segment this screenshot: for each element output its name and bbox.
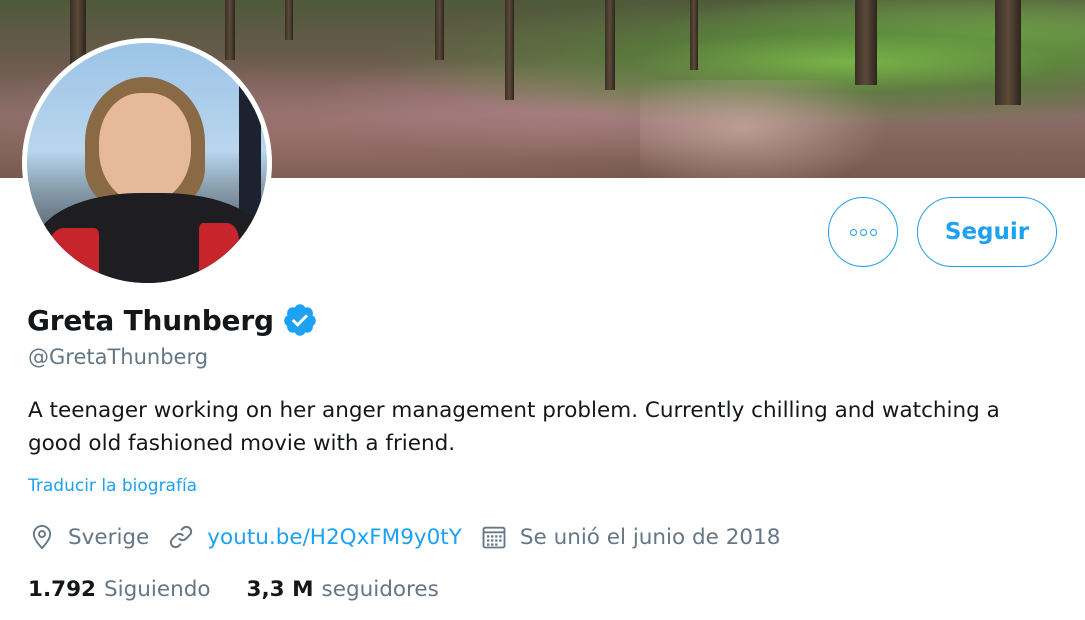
avatar[interactable] bbox=[22, 38, 272, 288]
joined-item: Se unió el junio de 2018 bbox=[480, 523, 781, 551]
follow-button[interactable]: Seguir bbox=[917, 197, 1057, 267]
profile-name-row: Greta Thunberg bbox=[27, 297, 318, 343]
banner-tree bbox=[435, 0, 444, 60]
banner-tree bbox=[285, 0, 293, 40]
banner-tree bbox=[995, 0, 1021, 105]
link-icon bbox=[170, 525, 193, 549]
verified-badge-icon bbox=[284, 304, 316, 336]
calendar-icon bbox=[482, 526, 506, 549]
banner-path bbox=[640, 80, 900, 178]
avatar-jacket-red-right bbox=[199, 223, 239, 283]
profile-stats: 1.792 Siguiendo 3,3 M seguidores bbox=[28, 572, 475, 606]
location-item: Sverige bbox=[28, 523, 149, 551]
location-text: Sverige bbox=[68, 524, 150, 550]
following-count[interactable]: 1.792 bbox=[28, 577, 96, 602]
banner-tree bbox=[225, 0, 235, 60]
website-link[interactable]: youtu.be/H2QxFM9y0tY bbox=[207, 525, 462, 550]
profile-name: Greta Thunberg bbox=[27, 303, 274, 337]
more-options-button[interactable] bbox=[828, 197, 898, 267]
website-item: youtu.be/H2QxFM9y0tY bbox=[167, 523, 462, 551]
profile-meta: Sverige youtu.be/H2QxFM9y0tY Se unió el … bbox=[28, 519, 798, 555]
banner-tree bbox=[690, 0, 698, 70]
profile-bio: A teenager working on her anger manageme… bbox=[28, 398, 1000, 456]
more-dots-icon bbox=[849, 228, 857, 236]
banner-tree bbox=[855, 0, 877, 85]
following-label[interactable]: Siguiendo bbox=[104, 577, 211, 602]
avatar-photo bbox=[27, 43, 267, 283]
avatar-jacket-red-left bbox=[49, 228, 99, 283]
banner-tree bbox=[605, 0, 615, 90]
avatar-face bbox=[99, 93, 191, 203]
profile-handle: @GretaThunberg bbox=[28, 345, 209, 369]
joined-date-text: Se unió el junio de 2018 bbox=[519, 524, 781, 550]
more-dots-icon bbox=[859, 228, 867, 236]
banner-tree bbox=[505, 0, 514, 100]
more-dots-icon bbox=[869, 228, 877, 236]
location-pin-icon bbox=[32, 524, 52, 550]
followers-label[interactable]: seguidores bbox=[322, 577, 439, 602]
translate-bio-link[interactable]: Traducir la biografía bbox=[28, 476, 197, 496]
followers-count[interactable]: 3,3 M bbox=[247, 577, 314, 602]
